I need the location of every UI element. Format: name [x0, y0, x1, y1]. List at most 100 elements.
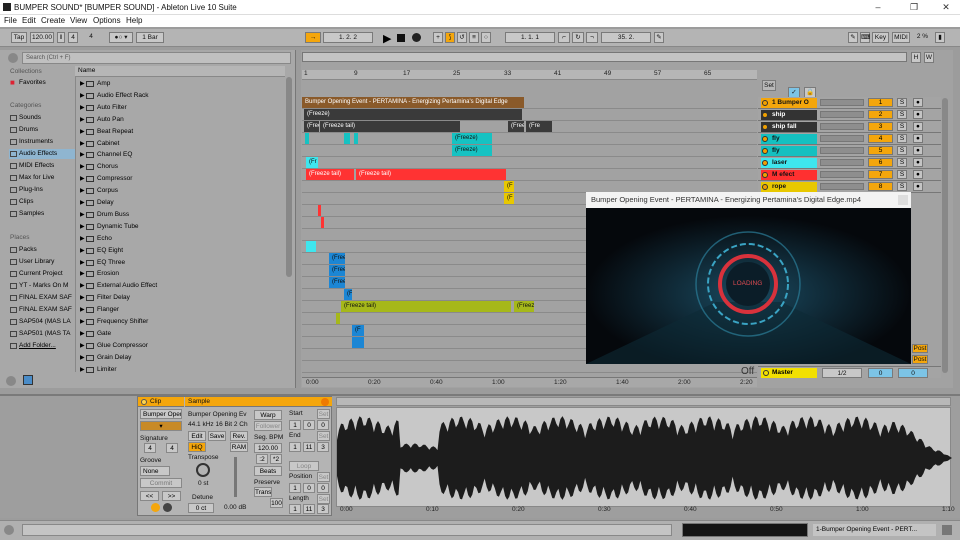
solo-button[interactable]: S — [897, 170, 907, 179]
nav-prev-button[interactable]: << — [140, 491, 159, 501]
signature-denominator[interactable]: 4 — [80, 32, 102, 43]
midi-map-button[interactable]: MIDI — [892, 32, 910, 43]
track-activator-icon[interactable] — [762, 136, 768, 142]
expand-arrow-icon[interactable]: ▶ — [80, 161, 85, 173]
track-overview[interactable] — [682, 523, 808, 537]
expand-arrow-icon[interactable]: ▶ — [80, 102, 85, 114]
track-name[interactable]: ship fall — [761, 122, 817, 132]
browser-item[interactable]: ▶ Erosion — [77, 268, 282, 280]
overdub-icon[interactable]: + — [433, 32, 443, 43]
clip-sig-denominator[interactable]: 4 — [166, 443, 178, 453]
expand-arrow-icon[interactable]: ▶ — [80, 316, 85, 328]
browser-item[interactable]: ▶ EQ Eight — [77, 245, 282, 257]
start-beat[interactable]: 0 — [303, 420, 315, 430]
post-button[interactable]: Post — [912, 344, 928, 353]
signature-numerator[interactable]: 4 — [68, 32, 78, 43]
sidebar-item-place[interactable]: SAP504 (MAS LA — [9, 317, 75, 327]
draw-mode-icon[interactable]: ✎ — [654, 32, 664, 43]
track-activator-icon[interactable] — [762, 184, 768, 190]
track-number-button[interactable]: 4 — [868, 134, 893, 143]
arm-button[interactable]: ● — [913, 146, 923, 155]
beat-ruler[interactable]: 1 9 17 25 33 41 49 57 65 — [302, 70, 757, 80]
arrangement-clip[interactable] — [306, 241, 316, 252]
sidebar-item-sounds[interactable]: Sounds — [9, 113, 75, 123]
menu-file[interactable]: File — [4, 16, 17, 25]
position-bar[interactable]: 1 — [289, 483, 301, 493]
track-number-button[interactable]: 1 — [868, 98, 893, 107]
track-header[interactable]: laser 6 S ● — [758, 157, 941, 169]
sidebar-item-midi-effects[interactable]: MIDI Effects — [9, 161, 75, 171]
browser-item[interactable]: ▶ Corpus — [77, 185, 282, 197]
preview-icon[interactable] — [6, 376, 16, 386]
edit-button[interactable]: Edit — [188, 431, 206, 441]
browser-item[interactable]: ▶ Echo — [77, 233, 282, 245]
browser-item[interactable]: ▶ Delay — [77, 197, 282, 209]
sidebar-item-max-for-live[interactable]: Max for Live — [9, 173, 75, 183]
sidebar-item-clips[interactable]: Clips — [9, 197, 75, 207]
arm-button[interactable]: ● — [913, 182, 923, 191]
sidebar-item-audio-effects[interactable]: Audio Effects — [9, 149, 75, 159]
master-routing-select[interactable]: 1/2 — [822, 368, 862, 378]
arrangement-clip[interactable]: (F — [344, 289, 352, 300]
song-position[interactable]: 1. 2. 2 — [323, 32, 373, 43]
browser-item[interactable]: ▶ Frequency Shifter — [77, 316, 282, 328]
arrangement-clip[interactable]: (F — [504, 181, 514, 192]
track-activator-icon[interactable] — [762, 160, 768, 166]
menu-view[interactable]: View — [70, 16, 87, 25]
menu-edit[interactable]: Edit — [22, 16, 36, 25]
nudge-icon[interactable]: ‖ — [57, 32, 65, 43]
track-name[interactable]: fly — [761, 146, 817, 156]
seg-bpm-field[interactable]: 120.00 — [254, 443, 282, 453]
loop-start-field[interactable]: 1. 1. 1 — [505, 32, 555, 43]
arrangement-clip[interactable]: (F — [352, 325, 364, 336]
pencil-icon[interactable]: ✎ — [848, 32, 858, 43]
track-activator-icon[interactable] — [762, 148, 768, 154]
track-lane[interactable] — [302, 133, 757, 145]
track-header[interactable]: M efect 7 S ● — [758, 169, 941, 181]
browser-scrollbar[interactable] — [286, 77, 292, 277]
expand-arrow-icon[interactable]: ▶ — [80, 292, 85, 304]
clip-fold-icon[interactable] — [151, 503, 160, 512]
track-number-button[interactable]: 8 — [868, 182, 893, 191]
solo-button[interactable]: S — [897, 158, 907, 167]
preserve-select[interactable]: Trans — [254, 487, 272, 497]
browser-item[interactable]: ▶ EQ Three — [77, 257, 282, 269]
menu-options[interactable]: Options — [93, 16, 121, 25]
solo-button[interactable]: S — [897, 98, 907, 107]
follower-button[interactable]: Follower — [254, 421, 282, 431]
video-close-icon[interactable] — [898, 195, 908, 205]
minimize-button[interactable]: – — [868, 2, 888, 12]
arrangement-clip[interactable] — [354, 133, 358, 144]
half-tempo-button[interactable]: :2 — [256, 454, 268, 464]
track-name[interactable]: M efect — [761, 170, 817, 180]
solo-button[interactable]: S — [897, 134, 907, 143]
arrangement-clip[interactable]: (Fr — [306, 157, 318, 168]
capture-icon[interactable]: ≡ — [469, 32, 479, 43]
expand-arrow-icon[interactable]: ▶ — [80, 233, 85, 245]
automation-arm-icon[interactable]: ⟆ — [445, 32, 455, 43]
browser-item[interactable]: ▶ Auto Pan — [77, 114, 282, 126]
browser-item[interactable]: ▶ Compressor — [77, 173, 282, 185]
browser-item[interactable]: ▶ Drum Buss — [77, 209, 282, 221]
track-name[interactable]: rope — [761, 182, 817, 192]
track-header[interactable]: fly 4 S ● — [758, 133, 941, 145]
key-map-button[interactable]: Key — [872, 32, 889, 43]
set-position-button[interactable]: Set — [317, 472, 330, 482]
clip-activator-icon[interactable] — [141, 399, 147, 405]
browser-item[interactable]: ▶ Grain Delay — [77, 352, 282, 364]
record-icon[interactable] — [412, 33, 421, 42]
track-number-button[interactable]: 5 — [868, 146, 893, 155]
info-icon[interactable] — [4, 525, 14, 535]
expand-arrow-icon[interactable]: ▶ — [80, 78, 85, 90]
track-number-button[interactable]: 2 — [868, 110, 893, 119]
arm-button[interactable]: ● — [913, 134, 923, 143]
master-play-icon[interactable] — [763, 370, 769, 376]
io-icon[interactable]: ▮ — [935, 32, 945, 43]
arrangement-clip[interactable]: (F — [504, 193, 514, 204]
expand-arrow-icon[interactable]: ▶ — [80, 197, 85, 209]
track-number-button[interactable]: 7 — [868, 170, 893, 179]
arrangement-clip[interactable]: (Free — [329, 277, 345, 288]
punch-in-icon[interactable]: ⌐ — [558, 32, 570, 43]
expand-arrow-icon[interactable]: ▶ — [80, 364, 85, 376]
end-sixteenth[interactable]: 3 — [317, 442, 329, 452]
